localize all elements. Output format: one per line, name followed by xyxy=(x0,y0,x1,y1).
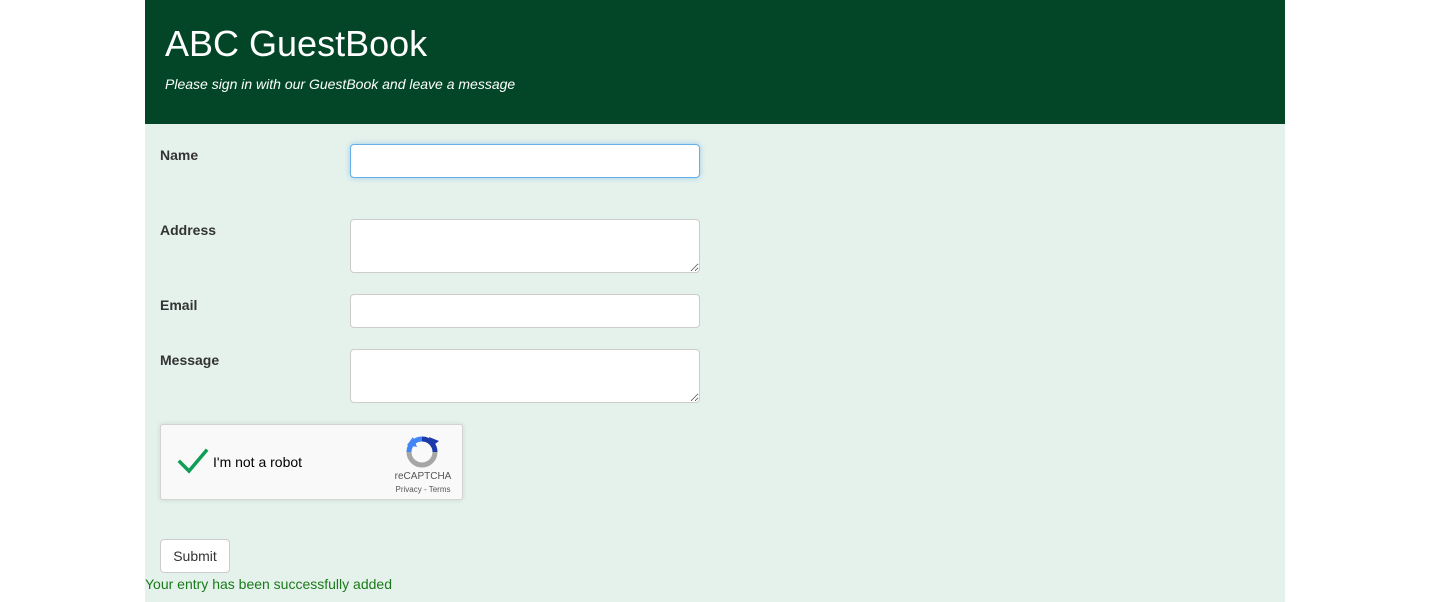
page-subtitle: Please sign in with our GuestBook and le… xyxy=(165,76,516,92)
email-label: Email xyxy=(160,297,198,313)
recaptcha-brand: reCAPTCHA xyxy=(394,471,452,482)
email-input[interactable] xyxy=(350,294,700,328)
name-input[interactable] xyxy=(350,144,700,178)
name-label: Name xyxy=(160,147,199,163)
terms-link[interactable]: Terms xyxy=(429,485,451,494)
message-textarea[interactable] xyxy=(350,349,700,403)
page-container: ABC GuestBook Please sign in with our Gu… xyxy=(145,0,1285,602)
links-separator: - xyxy=(421,485,429,494)
submit-button[interactable]: Submit xyxy=(160,539,230,573)
page-title: ABC GuestBook xyxy=(165,23,428,64)
privacy-link[interactable]: Privacy xyxy=(396,485,422,494)
address-label: Address xyxy=(160,222,217,238)
recaptcha-logo-icon xyxy=(406,436,439,468)
header-banner: ABC GuestBook Please sign in with our Gu… xyxy=(145,0,1285,124)
checkmark-icon[interactable] xyxy=(177,445,209,477)
recaptcha-widget: I'm not a robot reCAPTCHA Privacy - Term… xyxy=(160,424,463,500)
recaptcha-label: I'm not a robot xyxy=(213,454,303,470)
message-label: Message xyxy=(160,352,220,368)
success-message: Your entry has been successfully added xyxy=(145,576,392,592)
address-textarea[interactable] xyxy=(350,219,700,273)
recaptcha-links: Privacy - Terms xyxy=(387,485,459,494)
